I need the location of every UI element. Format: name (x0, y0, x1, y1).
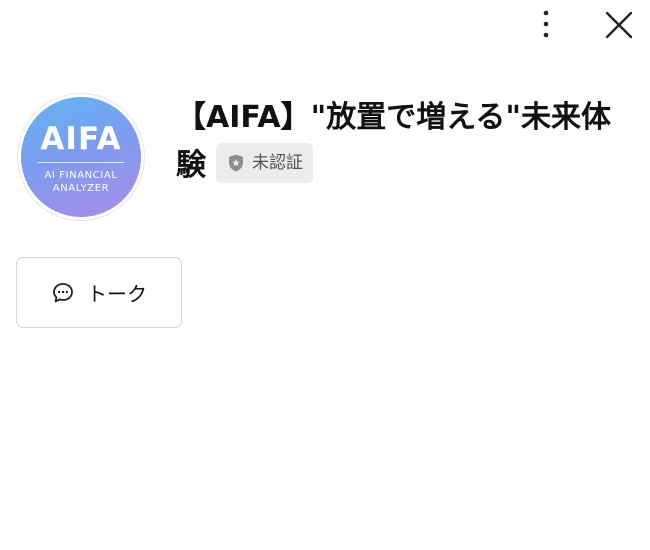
profile-name-block: 【AIFA】"放置で増える"未来体験 未認証 (176, 94, 616, 190)
vertical-dots-icon (543, 10, 549, 38)
top-bar (0, 0, 650, 50)
verification-badge-label: 未認証 (252, 152, 303, 173)
shield-star-icon (229, 154, 243, 171)
avatar-logo-subtitle: AI FINANCIAL ANALYZER (44, 169, 118, 194)
avatar-logo-title: AIFA (40, 120, 122, 157)
avatar-logo: AIFA AI FINANCIAL ANALYZER (21, 97, 141, 217)
more-options-button[interactable] (528, 6, 564, 42)
close-x-icon (605, 11, 633, 39)
profile-page: AIFA AI FINANCIAL ANALYZER 【AIFA】"放置で増える… (0, 0, 650, 550)
talk-button-label: トーク (87, 282, 147, 306)
avatar[interactable]: AIFA AI FINANCIAL ANALYZER (17, 93, 145, 221)
close-button[interactable] (600, 6, 638, 44)
avatar-logo-divider (38, 161, 124, 163)
verification-badge[interactable]: 未認証 (216, 142, 313, 183)
speech-bubble-icon (53, 282, 73, 302)
talk-button[interactable]: トーク (16, 257, 182, 328)
